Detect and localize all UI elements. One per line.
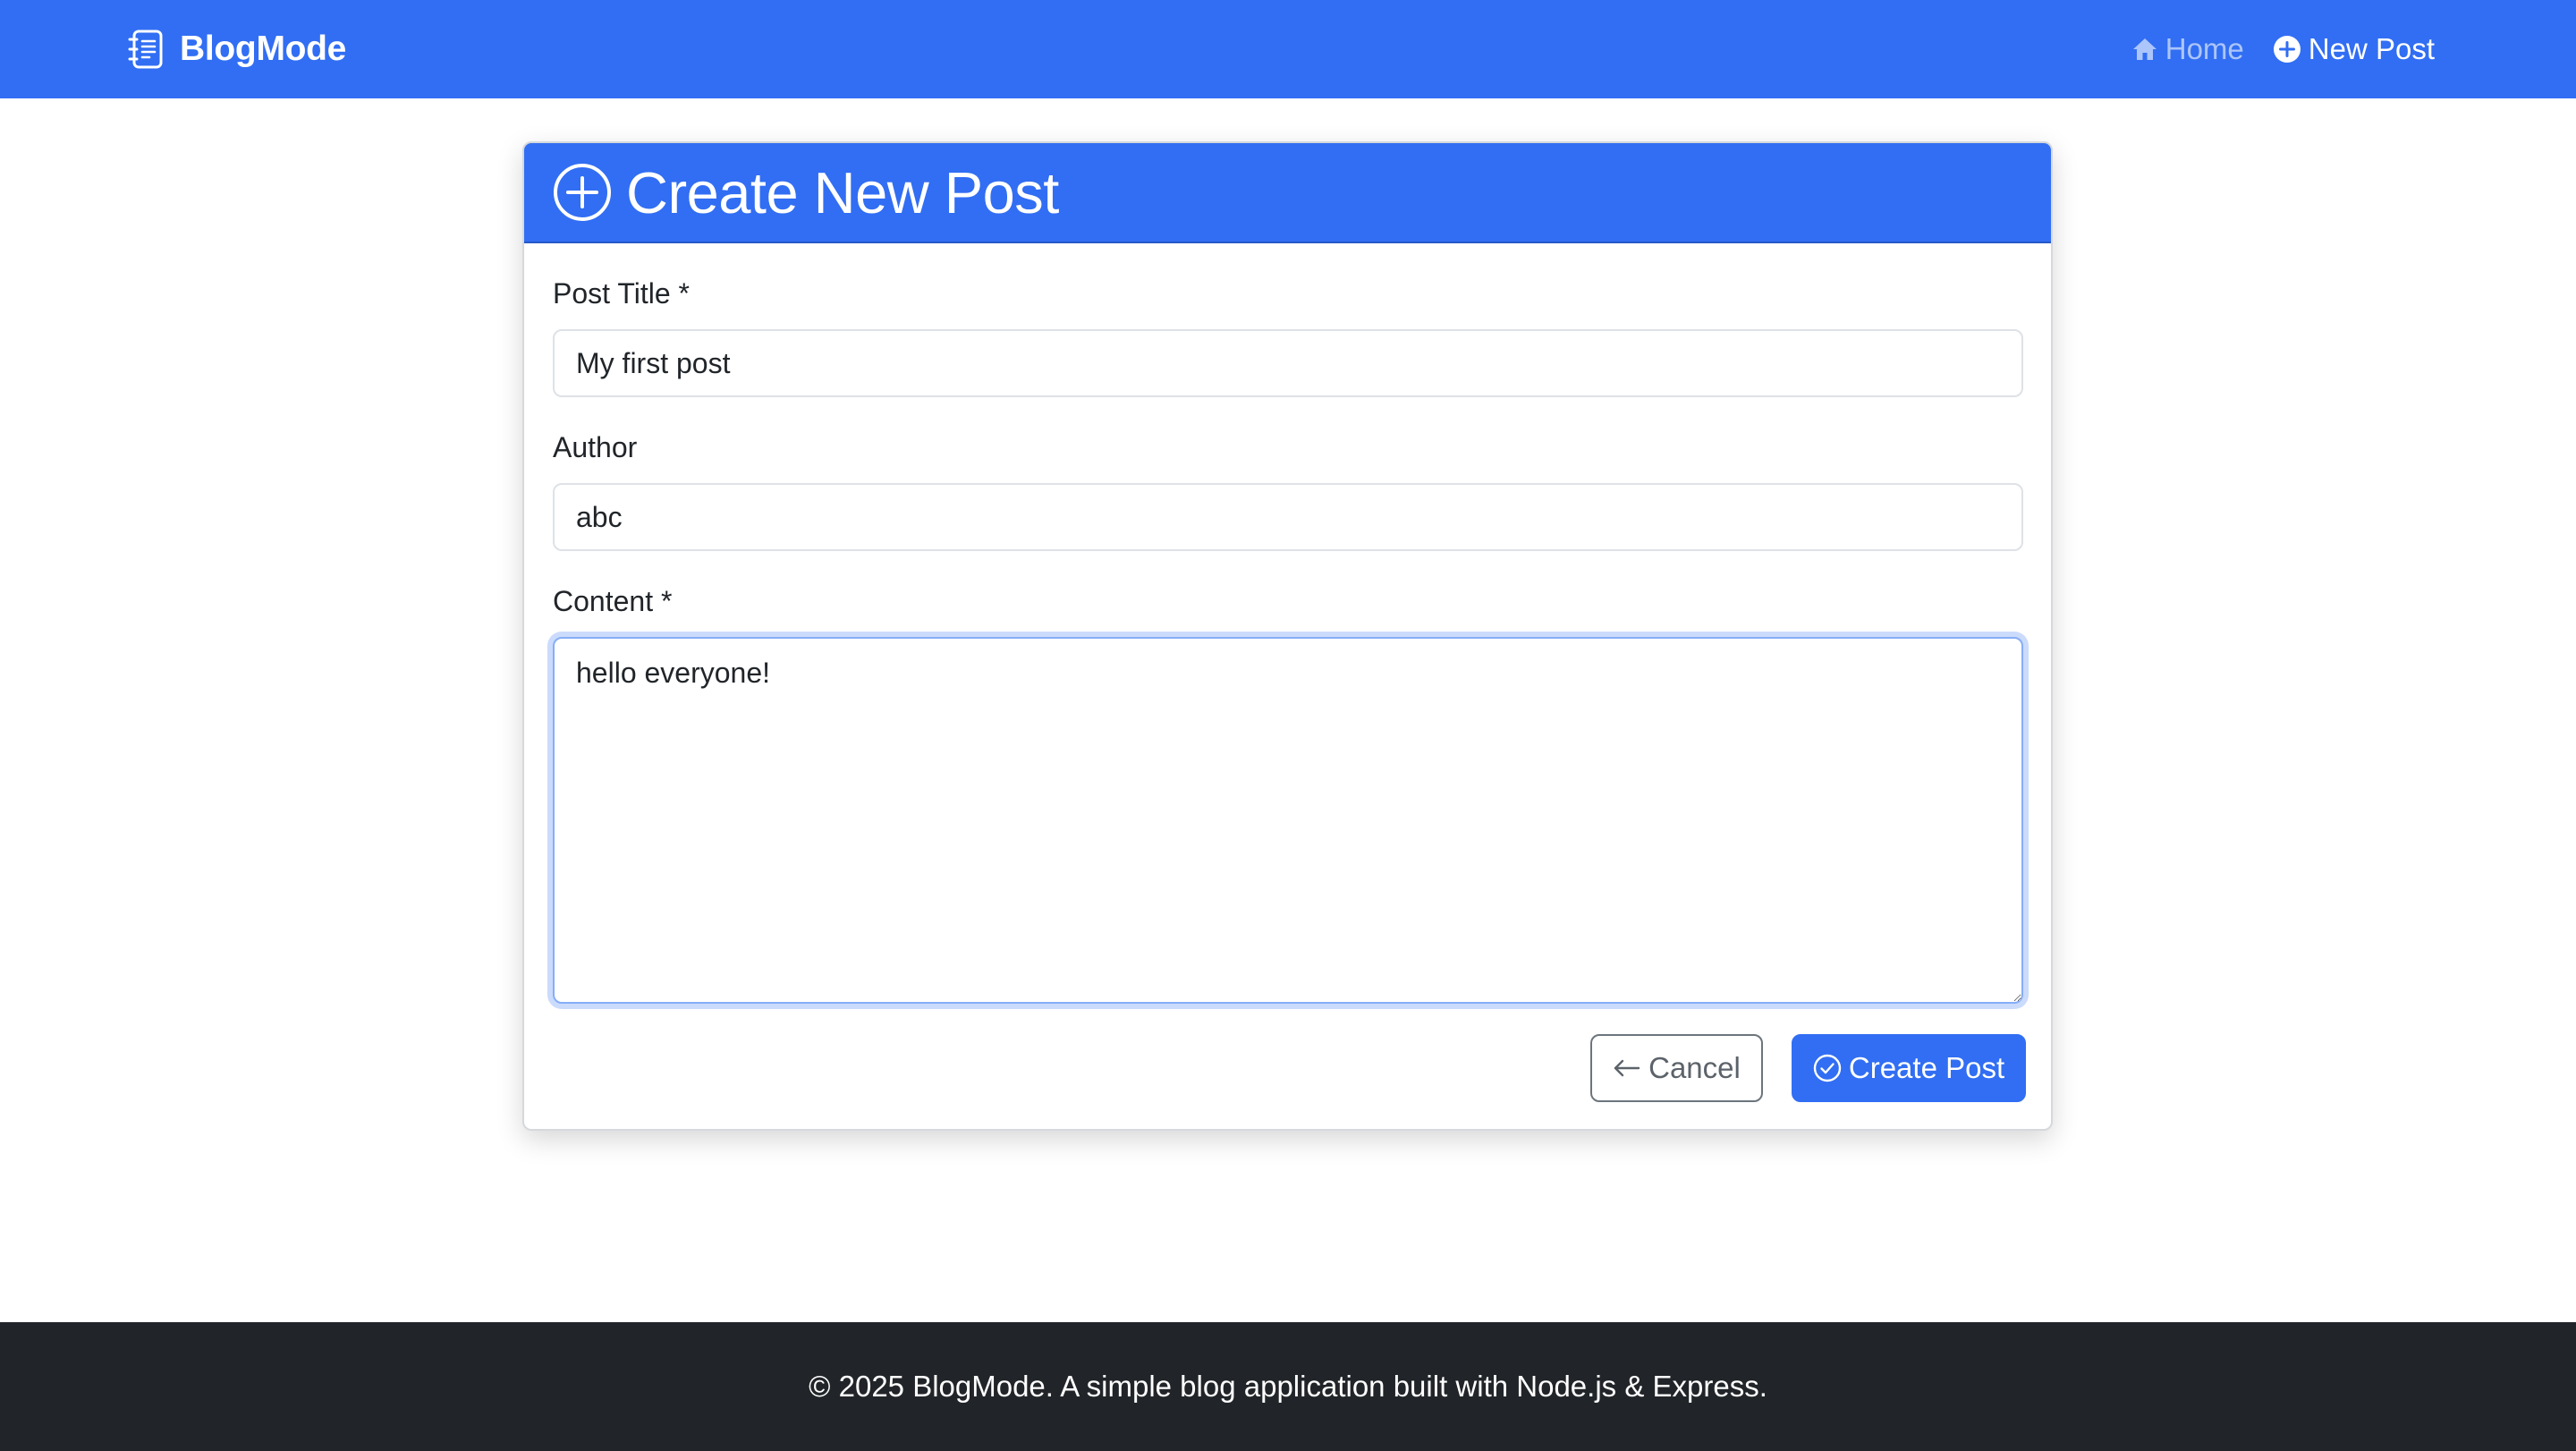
brand-name: BlogMode <box>180 30 347 68</box>
house-icon <box>2132 38 2157 60</box>
author-input[interactable] <box>553 483 2023 551</box>
check-circle-icon <box>1813 1054 1842 1082</box>
author-label: Author <box>553 431 638 463</box>
navbar: BlogMode Home New Post <box>0 0 2576 98</box>
nav-link-label: New Post <box>2308 32 2435 65</box>
footer-text: © 2025 BlogMode. A simple blog applicati… <box>809 1370 1767 1403</box>
cancel-button-label: Cancel <box>1648 1051 1741 1084</box>
content-label: Content * <box>553 585 673 617</box>
content-textarea[interactable]: hello everyone! <box>553 637 2023 1004</box>
page-title: Create New Post <box>626 159 1059 225</box>
nav-links: Home New Post <box>2131 27 2435 72</box>
create-post-button-label: Create Post <box>1848 1051 2005 1084</box>
plus-circle-fill-icon <box>2273 36 2301 63</box>
card-header: Create New Post <box>524 143 2051 243</box>
journal-text-icon <box>128 30 163 69</box>
post-title-input[interactable] <box>553 329 2023 397</box>
nav-link-home[interactable]: Home <box>2131 32 2244 66</box>
create-post-card: Create New Post Post Title * Author Cont… <box>522 141 2053 1131</box>
arrow-left-icon <box>1614 1059 1640 1077</box>
create-post-button[interactable]: Create Post <box>1792 1034 2026 1102</box>
nav-link-new-post[interactable]: New Post <box>2273 32 2435 66</box>
nav-link-label: Home <box>2165 32 2244 65</box>
cancel-button[interactable]: Cancel <box>1590 1034 1763 1102</box>
footer: © 2025 BlogMode. A simple blog applicati… <box>0 1322 2576 1451</box>
brand-link[interactable]: BlogMode <box>128 27 346 72</box>
plus-circle-icon <box>554 164 611 221</box>
post-title-label: Post Title * <box>553 277 690 310</box>
